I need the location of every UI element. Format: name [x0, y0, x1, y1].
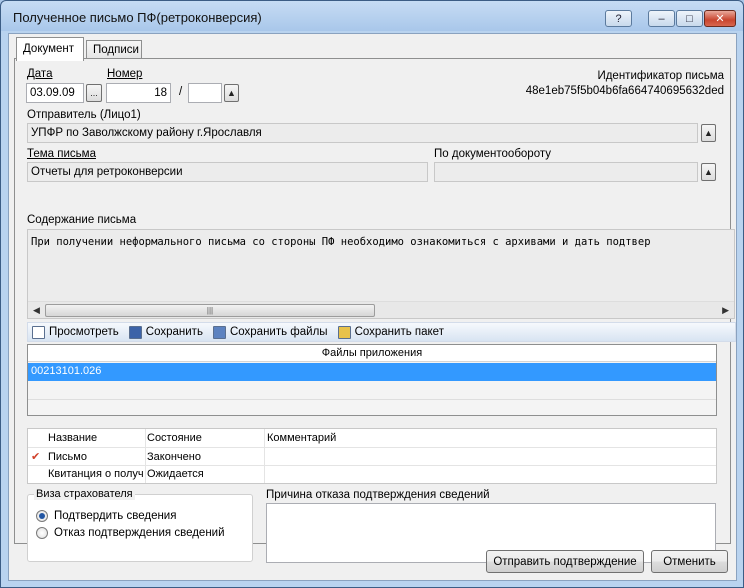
radio-confirm-label: Подтвердить сведения: [54, 510, 177, 522]
save-package-label: Сохранить пакет: [354, 326, 444, 338]
status-row-name: Квитанция о получен: [48, 468, 144, 480]
save-files-button[interactable]: Сохранить файлы: [212, 325, 328, 339]
number-separator: /: [179, 86, 183, 98]
window-title: Полученное письмо ПФ(ретроконверсия): [13, 10, 262, 25]
status-row-state: Ожидается: [147, 468, 204, 480]
view-label: Просмотреть: [49, 326, 119, 338]
status-header-state: Состояние: [147, 432, 202, 444]
radio-selected-icon: [36, 510, 48, 522]
status-table[interactable]: Название Состояние Комментарий ✔ Письмо …: [27, 428, 717, 484]
reason-label: Причина отказа подтверждения сведений: [266, 489, 490, 501]
attachment-row[interactable]: 00213101.026: [28, 363, 716, 381]
date-field[interactable]: 03.09.09: [26, 83, 84, 103]
content-hscrollbar[interactable]: ◀ ||| ▶: [28, 301, 734, 318]
letter-id-label: Идентификатор письма: [597, 70, 724, 82]
maximize-button[interactable]: □: [676, 10, 703, 27]
view-button[interactable]: Просмотреть: [32, 325, 119, 339]
content-text: При получении неформального письма со ст…: [31, 236, 651, 248]
status-row-divider: [28, 465, 716, 466]
dialog-window: Полученное письмо ПФ(ретроконверсия) ? –…: [0, 0, 744, 588]
number-spin-up-icon[interactable]: ▲: [224, 84, 239, 102]
close-button[interactable]: ✕: [704, 10, 736, 27]
attachments-grid[interactable]: Файлы приложения 00213101.026: [27, 344, 717, 416]
status-col-divider: [145, 429, 146, 483]
attachments-header: Файлы приложения: [28, 345, 716, 362]
scroll-thumb[interactable]: |||: [45, 304, 375, 317]
send-confirmation-button[interactable]: Отправить подтверждение: [486, 550, 644, 573]
minimize-button[interactable]: –: [648, 10, 675, 27]
content-memo[interactable]: При получении неформального письма со ст…: [27, 229, 735, 319]
status-row-divider: [28, 447, 716, 448]
date-label: Дата: [27, 68, 53, 80]
radio-confirm[interactable]: Подтвердить сведения: [36, 510, 176, 522]
document-panel: Дата 03.09.09 ... Номер 18 / ▲ Идентифик…: [14, 58, 736, 563]
sender-lookup-icon[interactable]: ▲: [701, 124, 716, 142]
content-label: Содержание письма: [27, 214, 137, 226]
help-button[interactable]: ?: [605, 10, 632, 27]
status-header-name: Название: [48, 432, 98, 444]
docflow-lookup-icon[interactable]: ▲: [701, 163, 716, 181]
status-row-name: Письмо: [48, 451, 87, 463]
tab-document[interactable]: Документ: [16, 37, 84, 61]
subject-label: Тема письма: [27, 148, 96, 160]
save-files-label: Сохранить файлы: [229, 326, 328, 338]
save-package-button[interactable]: Сохранить пакет: [337, 325, 444, 339]
docflow-label: По документообороту: [434, 148, 551, 160]
docflow-field[interactable]: [434, 162, 698, 182]
subject-field[interactable]: Отчеты для ретроконверсии: [27, 162, 428, 182]
number-field[interactable]: 18: [106, 83, 171, 103]
cancel-button[interactable]: Отменить: [651, 550, 728, 573]
visa-title: Виза страхователя: [34, 488, 135, 500]
status-col-divider: [264, 429, 265, 483]
check-icon: ✔: [31, 451, 41, 463]
scroll-left-icon[interactable]: ◀: [33, 305, 40, 316]
floppy-icon: [128, 325, 142, 339]
radio-reject-label: Отказ подтверждения сведений: [54, 527, 225, 539]
document-icon: [32, 325, 45, 339]
save-button[interactable]: Сохранить: [128, 325, 203, 339]
radio-unselected-icon: [36, 527, 48, 539]
dialog-client-area: Документ Подписи Дата 03.09.09 ... Номер…: [8, 33, 737, 581]
package-icon: [337, 325, 351, 339]
number-label: Номер: [107, 68, 143, 80]
sender-label: Отправитель (Лицо1): [27, 109, 141, 121]
attachment-empty-row: [28, 382, 716, 400]
visa-groupbox: Виза страхователя Подтвердить сведения О…: [27, 488, 253, 562]
floppy-stack-icon: [212, 325, 226, 339]
status-header-comment: Комментарий: [267, 432, 337, 444]
scroll-right-icon[interactable]: ▶: [722, 305, 729, 316]
letter-id-value: 48e1eb75f5b04b6fa664740695632ded: [525, 85, 724, 97]
radio-reject[interactable]: Отказ подтверждения сведений: [36, 527, 225, 539]
date-picker-button[interactable]: ...: [86, 84, 102, 102]
sender-field[interactable]: УПФР по Заволжскому району г.Ярославля: [27, 123, 698, 143]
tab-signatures[interactable]: Подписи: [86, 40, 142, 60]
number-suffix-field[interactable]: [188, 83, 222, 103]
title-bar[interactable]: Полученное письмо ПФ(ретроконверсия) ? –…: [1, 1, 743, 33]
status-row-state: Закончено: [147, 451, 201, 463]
attachments-toolbar: Просмотреть Сохранить Сохранить файлы Со…: [27, 322, 736, 342]
save-label: Сохранить: [145, 326, 203, 338]
